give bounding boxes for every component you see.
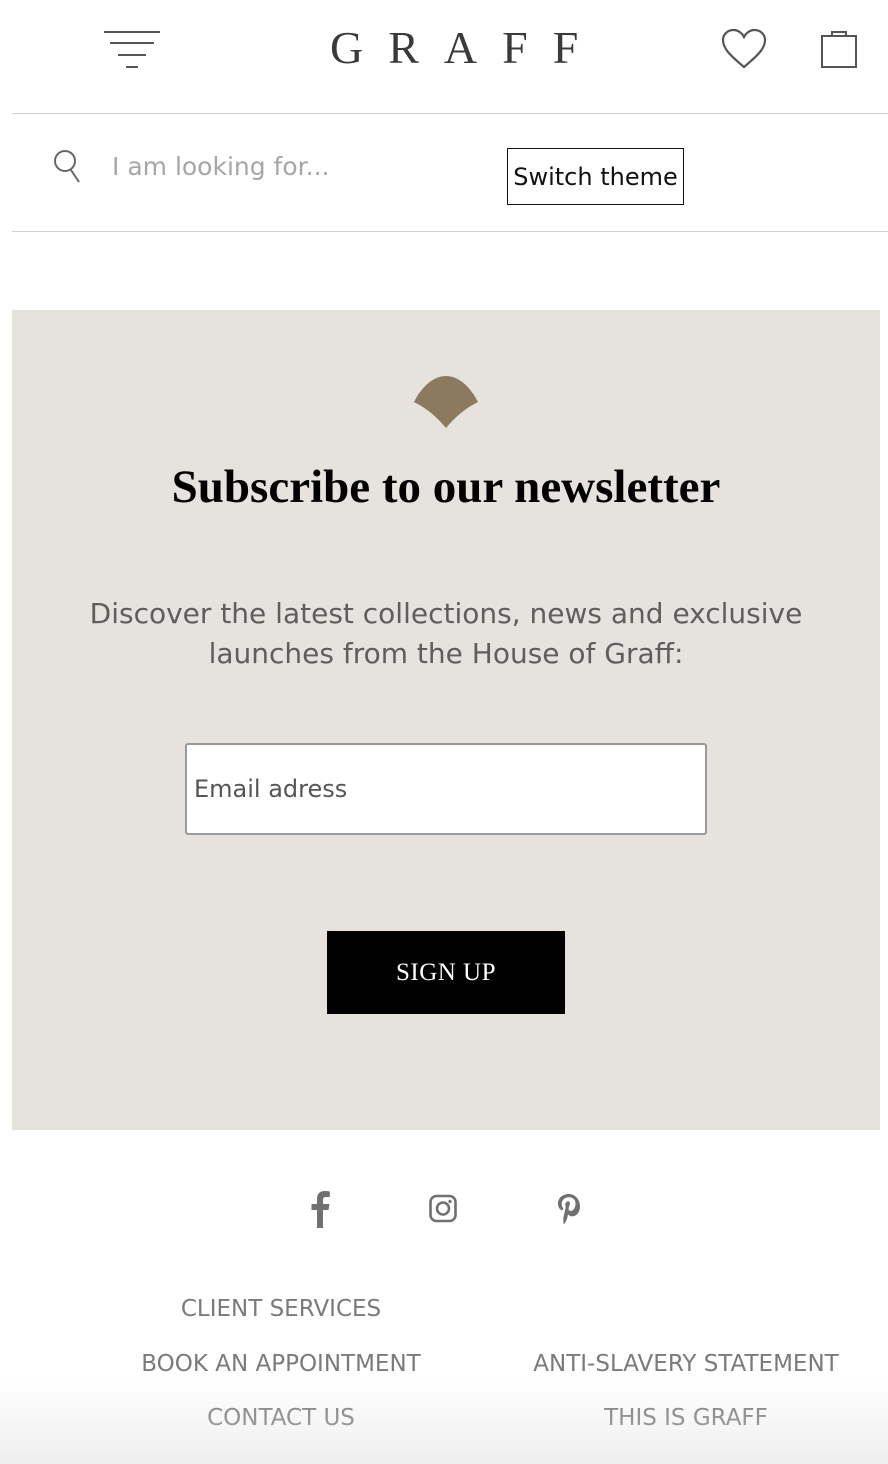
search-bar: Switch theme — [12, 114, 888, 232]
leaf-icon — [414, 376, 478, 428]
footer-link-this-is-graff[interactable]: THIS IS GRAFF — [536, 1405, 836, 1431]
newsletter-section: Subscribe to our newsletter Discover the… — [12, 310, 880, 1130]
instagram-icon[interactable] — [428, 1188, 458, 1230]
logo[interactable]: GRAFF — [330, 22, 600, 74]
pinterest-icon[interactable] — [554, 1188, 584, 1230]
newsletter-title: Subscribe to our newsletter — [171, 461, 721, 513]
footer-link-book-appointment[interactable]: BOOK AN APPOINTMENT — [111, 1351, 451, 1377]
facebook-icon[interactable] — [306, 1188, 334, 1230]
heart-icon[interactable] — [721, 28, 767, 70]
menu-icon[interactable] — [104, 30, 160, 70]
site-header: GRAFF — [0, 0, 888, 114]
footer-link-contact-us[interactable]: CONTACT US — [131, 1405, 431, 1431]
footer-link-client-services[interactable]: CLIENT SERVICES — [131, 1296, 431, 1322]
switch-theme-button[interactable]: Switch theme — [507, 148, 684, 205]
shopping-bag-icon[interactable] — [820, 28, 860, 70]
search-divider — [12, 231, 888, 232]
search-input[interactable] — [112, 144, 472, 188]
email-field[interactable] — [185, 743, 707, 835]
footer-link-anti-slavery-statement[interactable]: ANTI-SLAVERY STATEMENT — [516, 1351, 856, 1377]
newsletter-description: Discover the latest collections, news an… — [89, 597, 803, 670]
search-icon[interactable] — [52, 148, 84, 184]
sign-up-button[interactable]: SIGN UP — [327, 931, 565, 1014]
